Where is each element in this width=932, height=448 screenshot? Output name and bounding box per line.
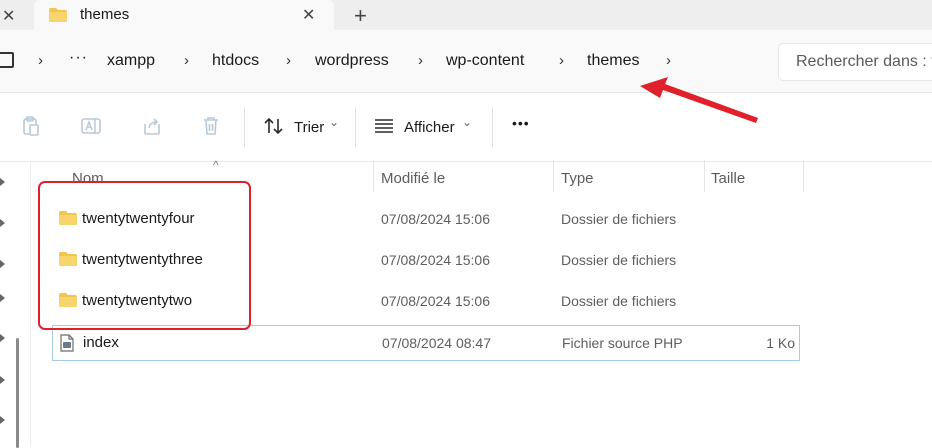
column-header-size[interactable]: Taille xyxy=(711,170,745,187)
tab-bar: ✕ themes ✕ + xyxy=(0,0,932,30)
file-modified: 07/08/2024 15:06 xyxy=(381,252,490,268)
file-type: Dossier de fichiers xyxy=(561,293,677,309)
breadcrumb-wordpress[interactable]: wordpress xyxy=(315,52,389,70)
breadcrumb-separator[interactable]: › xyxy=(184,52,189,69)
expand-icon[interactable] xyxy=(0,178,5,186)
php-file-icon xyxy=(60,334,74,352)
rename-icon[interactable] xyxy=(80,115,102,137)
folder-icon xyxy=(49,8,67,22)
new-tab-button[interactable]: + xyxy=(354,3,367,29)
column-header-type[interactable]: Type xyxy=(561,170,594,187)
command-bar: Trier ⌄ Afficher ⌄ ••• xyxy=(0,93,932,162)
address-bar: › ··· xampp › htdocs › wordpress › wp-co… xyxy=(0,30,932,93)
breadcrumb-xampp[interactable]: xampp xyxy=(107,52,155,70)
column-divider[interactable] xyxy=(803,160,804,192)
navigation-pane xyxy=(0,162,31,448)
expand-icon[interactable] xyxy=(0,416,5,424)
column-header-modified[interactable]: Modifié le xyxy=(381,170,445,187)
annotation-arrow xyxy=(640,77,758,123)
file-size: 1 Ko xyxy=(766,335,795,351)
expand-icon[interactable] xyxy=(0,334,5,342)
more-options-icon[interactable]: ••• xyxy=(512,115,530,131)
breadcrumb-separator[interactable]: › xyxy=(286,52,291,69)
sort-ascending-icon: ^ xyxy=(213,158,219,172)
column-divider[interactable] xyxy=(704,160,705,192)
expand-icon[interactable] xyxy=(0,260,5,268)
file-modified: 07/08/2024 15:06 xyxy=(381,211,490,227)
search-placeholder: Rechercher dans : t xyxy=(796,53,932,70)
delete-icon[interactable] xyxy=(200,115,222,137)
computer-icon[interactable] xyxy=(0,52,14,68)
breadcrumb-separator[interactable]: › xyxy=(666,52,671,69)
breadcrumb-separator[interactable]: › xyxy=(418,52,423,69)
breadcrumb-separator[interactable]: › xyxy=(559,52,564,69)
file-modified: 07/08/2024 08:47 xyxy=(382,335,491,351)
share-icon[interactable] xyxy=(141,115,163,137)
file-row[interactable]: index 07/08/2024 08:47 Fichier source PH… xyxy=(52,325,800,361)
close-icon[interactable]: ✕ xyxy=(2,6,15,26)
annotation-highlight-box xyxy=(38,181,251,330)
toolbar-divider xyxy=(492,107,493,147)
chevron-down-icon[interactable]: ⌄ xyxy=(462,115,472,129)
column-divider[interactable] xyxy=(553,160,554,192)
tab-close-icon[interactable]: ✕ xyxy=(302,5,315,25)
search-input[interactable]: Rechercher dans : t xyxy=(778,43,932,81)
view-button[interactable]: Afficher xyxy=(404,119,455,136)
view-icon[interactable] xyxy=(373,115,395,137)
expand-icon[interactable] xyxy=(0,294,5,302)
breadcrumb-htdocs[interactable]: htdocs xyxy=(212,52,259,70)
breadcrumb-separator[interactable]: › xyxy=(38,52,43,69)
breadcrumb-wp-content[interactable]: wp-content xyxy=(446,52,524,70)
tab-themes[interactable]: themes ✕ xyxy=(34,0,334,30)
file-modified: 07/08/2024 15:06 xyxy=(381,293,490,309)
breadcrumb-more[interactable]: ··· xyxy=(69,49,88,67)
chevron-down-icon[interactable]: ⌄ xyxy=(329,115,339,129)
toolbar-divider xyxy=(244,107,245,147)
tab-title: themes xyxy=(80,6,130,23)
file-type: Dossier de fichiers xyxy=(561,211,677,227)
file-type: Fichier source PHP xyxy=(562,335,683,351)
scrollbar[interactable] xyxy=(16,338,19,448)
expand-icon[interactable] xyxy=(0,219,5,227)
sort-button[interactable]: Trier xyxy=(294,119,324,136)
paste-icon[interactable] xyxy=(20,115,42,137)
expand-icon[interactable] xyxy=(0,376,5,384)
sort-icon[interactable] xyxy=(263,115,285,137)
toolbar-divider xyxy=(355,107,356,147)
column-divider[interactable] xyxy=(373,160,374,192)
breadcrumb-themes[interactable]: themes xyxy=(587,52,639,70)
file-name: index xyxy=(83,334,119,351)
file-type: Dossier de fichiers xyxy=(561,252,677,268)
